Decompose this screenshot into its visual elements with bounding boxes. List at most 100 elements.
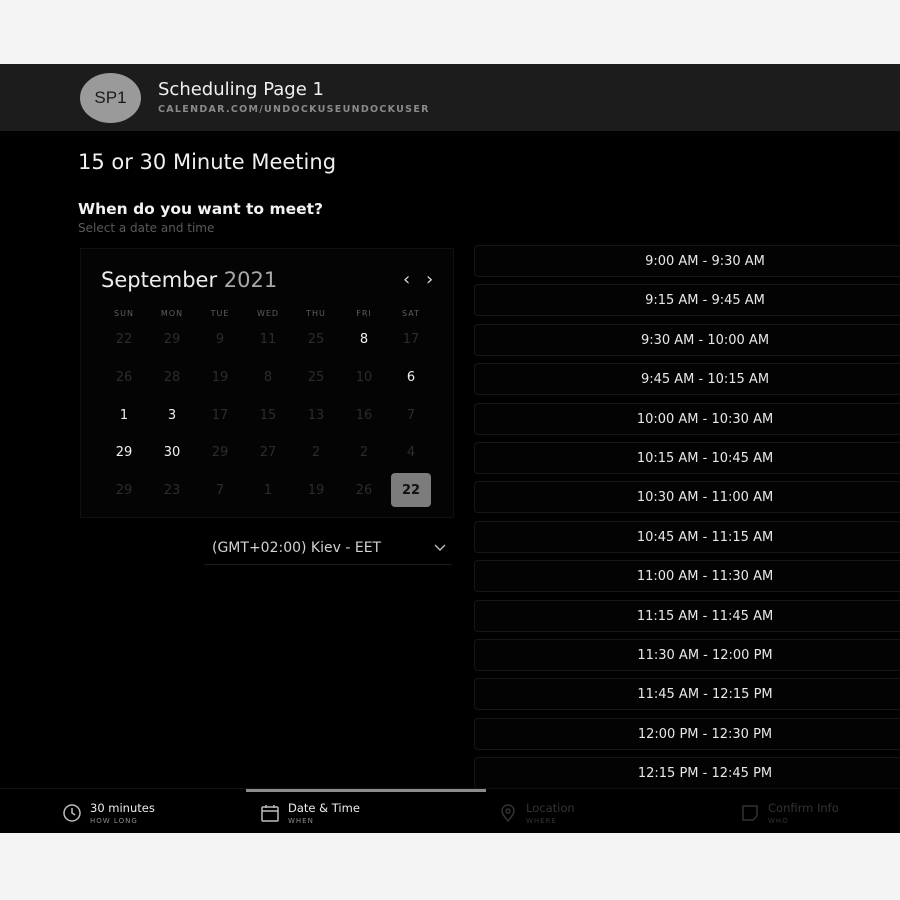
calendar-day: 19 bbox=[211, 369, 229, 385]
time-slot-button[interactable]: 9:45 AM - 10:15 AM bbox=[474, 363, 900, 396]
time-slot-button[interactable]: 9:00 AM - 9:30 AM bbox=[474, 245, 900, 277]
calendar-day: 17 bbox=[402, 331, 420, 347]
calendar-day: 29 bbox=[115, 482, 133, 498]
calendar-day: 11 bbox=[259, 331, 277, 347]
time-slot-button[interactable]: 10:30 AM - 11:00 AM bbox=[474, 481, 900, 514]
meeting-title: 15 or 30 Minute Meeting bbox=[78, 150, 337, 174]
time-slot-button[interactable]: 11:15 AM - 11:45 AM bbox=[474, 599, 900, 632]
calendar-icon bbox=[261, 805, 279, 822]
time-slot-button[interactable]: 9:15 AM - 9:45 AM bbox=[474, 284, 900, 317]
month-name: September bbox=[101, 268, 218, 292]
calendar-day: 1 bbox=[263, 482, 273, 498]
calendar-day: 8 bbox=[263, 369, 273, 385]
location-pin-icon bbox=[501, 804, 515, 823]
time-slot-label: 9:30 AM - 10:00 AM bbox=[640, 332, 770, 348]
calendar-day: 22 bbox=[115, 331, 133, 347]
calendar-day: 9 bbox=[215, 331, 225, 347]
time-slot-label: 10:15 AM - 10:45 AM bbox=[636, 451, 774, 466]
step-label: Date & Time bbox=[288, 801, 360, 815]
timezone-label: (GMT+02:00) Kiev - EET bbox=[212, 540, 382, 556]
calendar-day: 4 bbox=[406, 444, 416, 460]
chevron-right-icon[interactable]: › bbox=[426, 269, 433, 290]
year: 2021 bbox=[223, 268, 278, 292]
time-slot-label: 10:00 AM - 10:30 AM bbox=[636, 411, 774, 427]
time-slot-button[interactable]: 10:15 AM - 10:45 AM bbox=[474, 442, 900, 474]
calendar-day: 27 bbox=[259, 444, 277, 460]
time-slot-label: 9:45 AM - 10:15 AM bbox=[640, 372, 770, 388]
time-slot-button[interactable]: 12:15 PM - 12:45 PM bbox=[474, 757, 900, 790]
calendar-day: 25 bbox=[307, 369, 325, 385]
calendar-day: 15 bbox=[259, 407, 277, 423]
time-slot-label: 10:45 AM - 11:15 AM bbox=[636, 529, 774, 545]
time-slot-button[interactable]: 11:00 AM - 11:30 AM bbox=[474, 560, 900, 593]
time-slot-label: 11:30 AM - 12:00 PM bbox=[637, 648, 773, 663]
calendar-day[interactable]: 1 bbox=[104, 398, 144, 432]
calendar-day: 13 bbox=[307, 407, 325, 423]
weekday-label: WED bbox=[256, 309, 280, 318]
time-slot-label: 11:00 AM - 11:30 AM bbox=[636, 569, 774, 585]
time-slot-button[interactable]: 10:45 AM - 11:15 AM bbox=[474, 520, 900, 553]
step-sublabel: HOW LONG bbox=[90, 817, 138, 825]
weekday-label: MON bbox=[160, 309, 184, 318]
page-name: Scheduling Page 1 bbox=[158, 79, 324, 100]
time-slot-button[interactable]: 11:30 AM - 12:00 PM bbox=[474, 639, 900, 671]
meeting-question: When do you want to meet? bbox=[78, 200, 324, 218]
scheduler-app: SP1 Scheduling Page 1 CALENDAR.COM/UNDOC… bbox=[0, 64, 900, 833]
calendar-day: 10 bbox=[355, 369, 373, 385]
time-slot-label: 12:00 PM - 12:30 PM bbox=[637, 726, 773, 742]
time-slot-button[interactable]: 10:00 AM - 10:30 AM bbox=[474, 402, 900, 435]
calendar-day: 28 bbox=[163, 369, 181, 385]
time-slot-button[interactable]: 9:30 AM - 10:00 AM bbox=[474, 323, 900, 356]
calendar-day: 26 bbox=[115, 369, 133, 385]
step-sublabel: WHO bbox=[768, 817, 789, 825]
time-slot-label: 10:30 AM - 11:00 AM bbox=[636, 490, 774, 506]
calendar-day: 29 bbox=[211, 444, 229, 460]
time-slot-label: 9:00 AM - 9:30 AM bbox=[645, 254, 765, 269]
time-slot-label: 9:15 AM - 9:45 AM bbox=[645, 293, 765, 309]
time-slot-label: 11:45 AM - 12:15 PM bbox=[637, 687, 773, 703]
chevron-left-icon[interactable]: ‹ bbox=[403, 269, 410, 290]
calendar-day[interactable]: 8 bbox=[344, 322, 384, 356]
step-sublabel: WHERE bbox=[526, 817, 557, 825]
weekday-label: FRI bbox=[356, 309, 372, 318]
weekday-label: TUE bbox=[210, 309, 230, 318]
calendar-day-selected[interactable]: 22 bbox=[391, 473, 431, 507]
calendar: September 2021 ‹ › SUN MON TUE WED THU FRI SAT… bbox=[80, 248, 454, 518]
calendar-day[interactable]: 3 bbox=[152, 398, 192, 432]
timezone-select[interactable]: (GMT+02:00) Kiev - EET bbox=[204, 533, 452, 565]
chevron-down-icon bbox=[434, 544, 446, 551]
step-label: Location bbox=[526, 801, 575, 815]
weekday-label: THU bbox=[306, 309, 326, 318]
calendar-day: 2 bbox=[311, 444, 321, 460]
calendar-day: 7 bbox=[406, 407, 416, 423]
calendar-day: 23 bbox=[163, 482, 181, 498]
avatar: SP1 bbox=[80, 73, 141, 123]
calendar-day: 16 bbox=[355, 407, 373, 423]
calendar-day: 25 bbox=[307, 331, 325, 347]
calendar-day: 19 bbox=[307, 482, 325, 498]
time-slot-label: 12:15 PM - 12:45 PM bbox=[637, 766, 773, 782]
confirm-icon bbox=[742, 805, 758, 821]
clock-icon bbox=[63, 804, 81, 822]
page-header: SP1 Scheduling Page 1 CALENDAR.COM/UNDOC… bbox=[0, 64, 900, 131]
time-slot-button[interactable]: 11:45 AM - 12:15 PM bbox=[474, 678, 900, 711]
calendar-day[interactable]: 30 bbox=[152, 435, 192, 469]
step-footer: 30 minutes HOW LONG Date & Time WHEN Loc… bbox=[0, 788, 900, 833]
calendar-day: 29 bbox=[163, 331, 181, 347]
page-url[interactable]: CALENDAR.COM/UNDOCKUSEUNDOCKUSER bbox=[158, 104, 430, 115]
calendar-month-title: September 2021 bbox=[101, 268, 277, 292]
time-slot-list[interactable]: 9:00 AM - 9:30 AM 9:15 AM - 9:45 AM 9:30 A… bbox=[474, 245, 900, 790]
calendar-day[interactable]: 29 bbox=[104, 435, 144, 469]
step-label: 30 minutes bbox=[90, 801, 155, 815]
time-slot-label: 11:15 AM - 11:45 AM bbox=[636, 608, 774, 624]
active-step-indicator bbox=[246, 789, 486, 792]
calendar-day: 2 bbox=[359, 444, 369, 460]
calendar-day: 7 bbox=[215, 482, 225, 498]
calendar-day: 17 bbox=[211, 407, 229, 423]
step-sublabel: WHEN bbox=[288, 817, 314, 825]
time-slot-button[interactable]: 12:00 PM - 12:30 PM bbox=[474, 717, 900, 750]
weekday-label: SUN bbox=[114, 309, 134, 318]
calendar-day: 26 bbox=[355, 482, 373, 498]
calendar-day[interactable]: 6 bbox=[391, 360, 431, 394]
weekday-label: SAT bbox=[402, 309, 420, 318]
